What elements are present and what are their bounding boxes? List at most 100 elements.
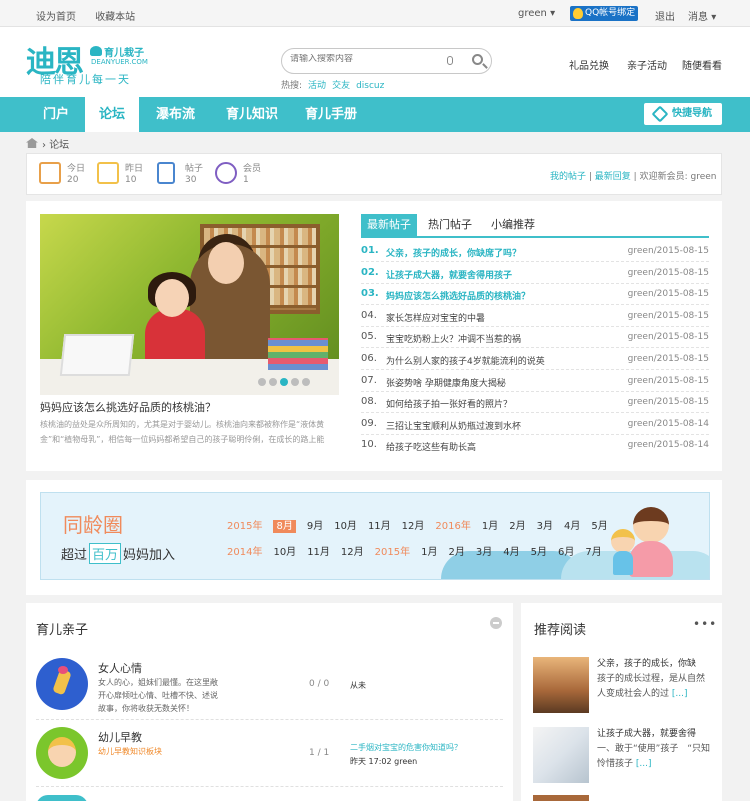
hot-search-link[interactable]: 活动	[308, 81, 326, 91]
more-icon[interactable]: •••	[693, 617, 717, 631]
featured-title[interactable]: 妈妈应该怎么挑选好品质的核桃油？	[40, 399, 216, 415]
post-row[interactable]: 08. 如何给孩子拍一张好看的照片？ green/2015-08-15	[361, 392, 709, 414]
last-post-title[interactable]: 二手烟对宝宝的危害你知道吗？	[350, 743, 462, 752]
nav-forum[interactable]: 论坛	[85, 97, 139, 132]
post-row[interactable]: 04. 家长怎样应对宝宝的中暑 green/2015-08-15	[361, 306, 709, 327]
month-link[interactable]: 2月	[448, 547, 464, 558]
my-posts-link[interactable]: 我的帖子	[550, 172, 586, 182]
slide-dot[interactable]	[302, 378, 310, 386]
month-link[interactable]: 8月	[273, 520, 296, 533]
post-title[interactable]: 宝宝吃奶粉上火？冲调不当惹的祸	[386, 332, 521, 345]
hot-search-link[interactable]: discuz	[356, 81, 384, 91]
latest-replies-link[interactable]: 最新回复	[595, 172, 631, 182]
month-link[interactable]: 7月	[585, 547, 601, 558]
tab-hot-posts[interactable]: 热门帖子	[428, 214, 472, 236]
post-title[interactable]: 家长怎样应对宝宝的中暑	[386, 311, 485, 324]
month-link[interactable]: 6月	[558, 547, 574, 558]
banner-inner[interactable]: 同龄圈 超过 百万 妈妈加入 2015年 8月 9月 10月 11月 12月 2016年 1月 2月…	[40, 492, 710, 580]
bookmark-link[interactable]: 收藏本站	[95, 12, 135, 23]
post-title[interactable]: 为什么别人家的孩子4岁就能流利的说英	[386, 354, 545, 367]
post-row[interactable]: 06. 为什么别人家的孩子4岁就能流利的说英 green/2015-08-15	[361, 349, 709, 370]
post-row[interactable]: 05. 宝宝吃奶粉上火？冲调不当惹的祸 green/2015-08-15	[361, 327, 709, 349]
post-row[interactable]: 01. 父亲，孩子的成长，你缺席了吗？ green/2015-08-15	[361, 241, 709, 262]
slide-dot[interactable]	[258, 378, 266, 386]
search-input[interactable]	[290, 54, 440, 64]
forum-row[interactable]: 女人心情 女人的心，姐妹们最懂。在这里敞开心扉倾吐心情、吐槽不快、述说故事，你将…	[36, 658, 503, 720]
forum-icon[interactable]	[36, 727, 88, 779]
forum-icon[interactable]	[36, 795, 88, 801]
post-title[interactable]: 妈妈应该怎么挑选好品质的核桃油？	[386, 289, 530, 302]
recommend-thumbnail[interactable]	[533, 657, 589, 713]
slide-dot[interactable]	[291, 378, 299, 386]
recommend-thumbnail[interactable]	[533, 727, 589, 783]
post-row[interactable]: 03. 妈妈应该怎么挑选好品质的核桃油？ green/2015-08-15	[361, 284, 709, 306]
microphone-icon[interactable]	[447, 56, 453, 65]
month-link[interactable]: 5月	[531, 547, 547, 558]
breadcrumb-current[interactable]: 论坛	[49, 140, 69, 151]
nav-waterfall[interactable]: 瀑布流	[156, 97, 195, 132]
month-link[interactable]: 10月	[334, 521, 357, 532]
stat-label: 今日	[67, 164, 86, 174]
post-title[interactable]: 如何给孩子拍一张好看的照片？	[386, 397, 512, 410]
category-title[interactable]: 育儿亲子	[36, 619, 88, 638]
username-menu[interactable]: green ▾	[518, 8, 555, 19]
slide-dot[interactable]	[280, 378, 288, 386]
post-row[interactable]: 10. 给孩子吃这些有助长高 green/2015-08-14	[361, 435, 709, 456]
messages-menu[interactable]: 消息 ▾	[688, 8, 716, 23]
nav-portal[interactable]: 门户	[43, 97, 69, 132]
search-icon[interactable]	[472, 54, 483, 65]
read-more-link[interactable]: [...]	[672, 689, 688, 699]
post-row[interactable]: 09. 三招让宝宝顺利从奶瓶过渡到水杯 green/2015-08-14	[361, 414, 709, 435]
logout-link[interactable]: 退出	[655, 8, 675, 23]
featured-slide-image[interactable]	[40, 214, 339, 395]
recommend-item-title[interactable]: 父亲，孩子的成长，你缺	[597, 659, 696, 669]
quick-nav-button[interactable]: 快捷导航	[644, 103, 722, 125]
forum-description: 幼儿早教知识板块	[98, 747, 162, 756]
month-link[interactable]: 12月	[341, 547, 364, 558]
month-link[interactable]: 4月	[503, 547, 519, 558]
tab-editor-picks[interactable]: 小编推荐	[491, 214, 535, 236]
month-link[interactable]: 2月	[509, 521, 525, 532]
month-link[interactable]: 11月	[368, 521, 391, 532]
month-link[interactable]: 12月	[402, 521, 425, 532]
forum-icon[interactable]	[36, 658, 88, 710]
post-row[interactable]: 07. 张姿势啥 孕期健康角度大揭秘 green/2015-08-15	[361, 371, 709, 392]
nav-parenting-knowledge[interactable]: 育儿知识	[226, 97, 278, 132]
month-link[interactable]: 3月	[476, 547, 492, 558]
nav-parenting-handbook[interactable]: 育儿手册	[305, 97, 357, 132]
month-link[interactable]: 1月	[482, 521, 498, 532]
laptop-illustration	[59, 334, 135, 376]
post-title[interactable]: 三招让宝宝顺利从奶瓶过渡到水杯	[386, 419, 521, 432]
home-icon[interactable]	[26, 138, 38, 148]
post-title[interactable]: 让孩子成大器，就要舍得用孩子	[386, 268, 512, 281]
hot-search-link[interactable]: 交友	[332, 81, 350, 91]
month-link[interactable]: 9月	[307, 521, 323, 532]
recommend-item[interactable]: 父亲，孩子的成长，你缺 孩子的成长过程，是从自然人变成社会人的过 [...]	[533, 657, 711, 722]
post-title[interactable]: 给孩子吃这些有助长高	[386, 440, 476, 453]
post-title[interactable]: 父亲，孩子的成长，你缺席了吗？	[386, 246, 521, 259]
month-link[interactable]: 11月	[307, 547, 330, 558]
tab-latest-posts[interactable]: 最新帖子	[361, 214, 417, 236]
parent-child-activity-link[interactable]: 亲子活动	[627, 57, 667, 72]
recommend-item[interactable]: 让孩子成大器，就要舍得 一、敢于“使用”孩子 “只知怜惜孩子 [...]	[533, 727, 711, 792]
month-link[interactable]: 3月	[537, 521, 553, 532]
post-row[interactable]: 02. 让孩子成大器，就要舍得用孩子 green/2015-08-15	[361, 263, 709, 284]
read-more-link[interactable]: [...]	[636, 759, 652, 769]
slide-dot[interactable]	[269, 378, 277, 386]
random-browse-link[interactable]: 随便看看	[682, 57, 722, 72]
new-member-link[interactable]: green	[690, 172, 716, 182]
qq-bind-button[interactable]: QQ帐号绑定	[570, 6, 638, 21]
month-link[interactable]: 5月	[591, 521, 607, 532]
forum-name[interactable]: 幼儿早教	[98, 729, 142, 745]
recommend-item-title[interactable]: 让孩子成大器，就要舍得	[597, 729, 696, 739]
forum-row[interactable]: 幼儿早教 幼儿早教知识板块 1 / 1 二手烟对宝宝的危害你知道吗？ 昨天 17:…	[36, 727, 503, 787]
gift-exchange-link[interactable]: 礼品兑换	[569, 57, 609, 72]
collapse-icon[interactable]	[490, 617, 502, 629]
set-home-link[interactable]: 设为首页	[36, 12, 76, 23]
recommend-thumbnail[interactable]	[533, 795, 589, 801]
month-link[interactable]: 10月	[273, 547, 296, 558]
month-link[interactable]: 4月	[564, 521, 580, 532]
forum-name[interactable]: 女人心情	[98, 660, 142, 676]
post-title[interactable]: 张姿势啥 孕期健康角度大揭秘	[386, 376, 506, 389]
month-link[interactable]: 1月	[421, 547, 437, 558]
